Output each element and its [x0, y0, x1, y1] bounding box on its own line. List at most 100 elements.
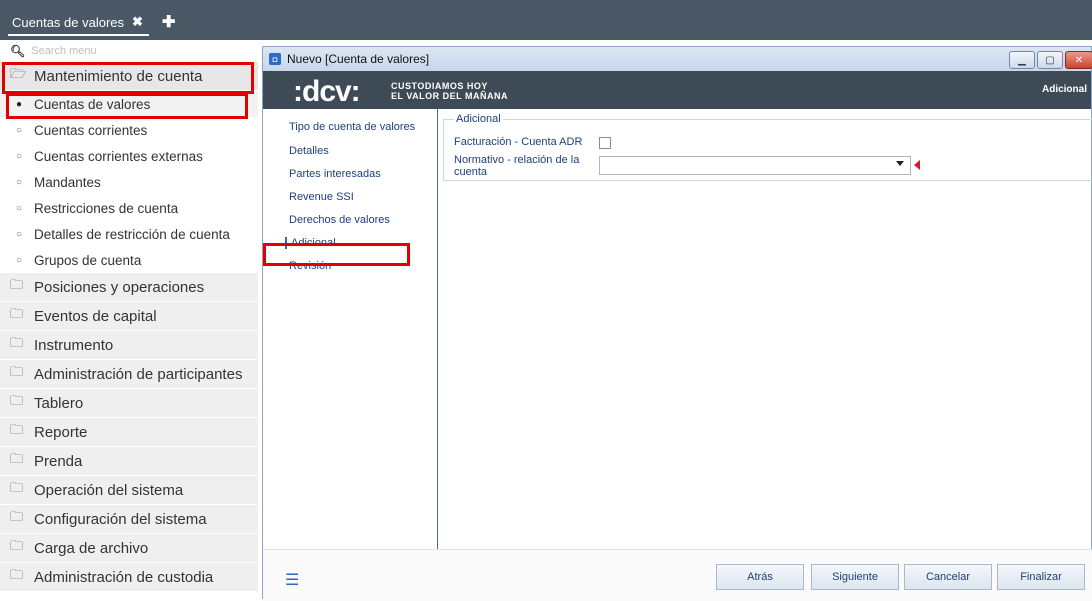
- folder-icon: 🗀: [10, 451, 24, 466]
- wizard-step[interactable]: Tipo de cuenta de valores: [289, 121, 415, 133]
- folder-icon: 🗀: [10, 335, 24, 350]
- menu-subitem[interactable]: ○ Grupos de cuenta: [0, 247, 258, 273]
- menu-section[interactable]: 🗀 Operación del sistema: [0, 476, 258, 505]
- window-title: Nuevo [Cuenta de valores]: [287, 52, 430, 66]
- folder-icon: 🗀: [10, 277, 24, 292]
- search-menu[interactable]: 🔍︎ Search menu: [0, 40, 258, 62]
- normativo-label: Normativo - relación de la cuenta: [454, 154, 580, 178]
- menu-subitem[interactable]: ○ Restricciones de cuenta: [0, 195, 258, 221]
- minimize-button[interactable]: ▁: [1009, 51, 1035, 69]
- normativo-select[interactable]: [599, 156, 911, 175]
- search-icon: 🔍︎: [10, 44, 26, 58]
- add-tab-icon[interactable]: ✚: [162, 12, 175, 32]
- menu-section-label: Mantenimiento de cuenta: [34, 67, 203, 85]
- menu-subitem-label: Restricciones de cuenta: [34, 200, 179, 216]
- adicional-fieldset: Adicional Facturación - Cuenta ADR Norma…: [443, 113, 1092, 181]
- menu-subitem-label: Detalles de restricción de cuenta: [34, 226, 230, 242]
- menu-subitem-label: Grupos de cuenta: [34, 252, 142, 268]
- menu-section[interactable]: 🗀 Administración de custodia: [0, 563, 258, 592]
- brand-slogan: CUSTODIAMOS HOY EL VALOR DEL MAÑANA: [391, 81, 508, 101]
- menu-subitem-label: Cuentas corrientes externas: [34, 148, 203, 164]
- wizard-step[interactable]: Detalles: [289, 145, 329, 157]
- bullet-icon: ○: [16, 176, 23, 188]
- sidebar-menu: 🔍︎ Search menu 🗁 Mantenimiento de cuenta…: [0, 40, 258, 599]
- tab-cuentas-de-valores[interactable]: Cuentas de valores ✖: [8, 10, 149, 36]
- tab-label: Cuentas de valores: [12, 14, 125, 30]
- menu-subitem-label: Cuentas de valores: [34, 96, 151, 112]
- menu-section-label: Instrumento: [34, 336, 114, 354]
- required-marker-icon: [914, 160, 920, 170]
- menu-subitem-label: Cuentas corrientes: [34, 122, 148, 138]
- wizard-step[interactable]: Revenue SSI: [289, 191, 354, 203]
- window-app-icon: ◘: [269, 53, 281, 65]
- menu-subitem[interactable]: ○ Detalles de restricción de cuenta: [0, 221, 258, 247]
- top-tab-bar: Cuentas de valores ✖ ✚: [0, 0, 1092, 40]
- dcv-logo: :dcv:: [293, 75, 361, 108]
- hamburger-menu-icon[interactable]: ☰: [285, 570, 299, 590]
- menu-section[interactable]: 🗀 Tablero: [0, 389, 258, 418]
- current-step-label: Adicional: [1041, 84, 1087, 95]
- search-input[interactable]: Search menu: [31, 45, 96, 57]
- wizard-steps-nav: Tipo de cuenta de valores Detalles Partes …: [263, 109, 438, 549]
- bullet-icon: ○: [16, 124, 23, 136]
- folder-icon: 🗀: [10, 567, 24, 582]
- menu-section[interactable]: 🗀 Prenda: [0, 447, 258, 476]
- menu-section[interactable]: 🗀 Reporte: [0, 418, 258, 447]
- menu-section[interactable]: 🗀 Administración de participantes: [0, 360, 258, 389]
- bullet-icon: ●: [16, 98, 23, 110]
- slogan-line-2: EL VALOR DEL MAÑANA: [391, 91, 509, 101]
- menu-section-label: Eventos de capital: [34, 307, 157, 325]
- maximize-button[interactable]: ▢: [1037, 51, 1063, 69]
- bullet-icon: ○: [16, 150, 23, 162]
- folder-icon: 🗀: [10, 393, 24, 408]
- menu-section-label: Administración de participantes: [34, 365, 243, 383]
- bullet-icon: ○: [16, 254, 23, 266]
- menu-section[interactable]: 🗀 Carga de archivo: [0, 534, 258, 563]
- wizard-step[interactable]: Derechos de valores: [289, 214, 390, 226]
- brand-banner: :dcv: CUSTODIAMOS HOY EL VALOR DEL MAÑAN…: [263, 71, 1091, 109]
- menu-section-label: Operación del sistema: [34, 481, 184, 499]
- menu-subitem[interactable]: ● Cuentas de valores: [0, 91, 258, 117]
- menu-subitem[interactable]: ○ Mandantes: [0, 169, 258, 195]
- folder-icon: 🗀: [10, 509, 24, 524]
- menu-subitem[interactable]: ○ Cuentas corrientes: [0, 117, 258, 143]
- billing-adr-label: Facturación - Cuenta ADR: [454, 136, 583, 148]
- menu-section[interactable]: 🗀 Configuración del sistema: [0, 505, 258, 534]
- folder-icon: 🗀: [10, 364, 24, 379]
- menu-section-label: Tablero: [34, 394, 84, 412]
- new-account-window: ◘ Nuevo [Cuenta de valores] ▁ ▢ ✕ :dcv: …: [262, 46, 1092, 601]
- folder-icon: 🗀: [10, 538, 24, 553]
- menu-section-label: Carga de archivo: [34, 539, 149, 557]
- bullet-icon: ○: [16, 202, 23, 214]
- menu-subitem-label: Mandantes: [34, 174, 101, 190]
- menu-section[interactable]: 🗀 Eventos de capital: [0, 302, 258, 331]
- window-titlebar[interactable]: ◘ Nuevo [Cuenta de valores] ▁ ▢ ✕: [263, 47, 1092, 71]
- billing-adr-checkbox[interactable]: [599, 137, 611, 149]
- wizard-step[interactable]: Partes interesadas: [289, 168, 381, 180]
- menu-section-mantenimiento[interactable]: 🗁 Mantenimiento de cuenta: [0, 62, 258, 91]
- wizard-step[interactable]: Adicional: [285, 237, 336, 249]
- slogan-line-1: CUSTODIAMOS HOY: [391, 81, 488, 91]
- wizard-step[interactable]: Revisión: [289, 260, 331, 272]
- folder-open-icon: 🗁: [10, 66, 27, 81]
- finish-button[interactable]: Finalizar: [997, 564, 1085, 590]
- menu-section-label: Configuración del sistema: [34, 510, 207, 528]
- fieldset-legend: Adicional: [454, 113, 503, 125]
- menu-section-label: Administración de custodia: [34, 568, 214, 586]
- menu-section[interactable]: 🗀 Instrumento: [0, 331, 258, 360]
- close-tab-icon[interactable]: ✖: [132, 14, 143, 30]
- menu-section-label: Prenda: [34, 452, 83, 470]
- menu-section[interactable]: 🗀 Posiciones y operaciones: [0, 273, 258, 302]
- back-button[interactable]: Atrás: [716, 564, 804, 590]
- chevron-down-icon: [896, 161, 904, 166]
- close-window-button[interactable]: ✕: [1065, 51, 1092, 69]
- folder-icon: 🗀: [10, 480, 24, 495]
- menu-section-label: Reporte: [34, 423, 88, 441]
- next-button[interactable]: Siguiente: [811, 564, 899, 590]
- folder-icon: 🗀: [10, 422, 24, 437]
- bullet-icon: ○: [16, 228, 23, 240]
- menu-subitem[interactable]: ○ Cuentas corrientes externas: [0, 143, 258, 169]
- cancel-button[interactable]: Cancelar: [904, 564, 992, 590]
- menu-section-label: Posiciones y operaciones: [34, 278, 205, 296]
- folder-icon: 🗀: [10, 306, 24, 321]
